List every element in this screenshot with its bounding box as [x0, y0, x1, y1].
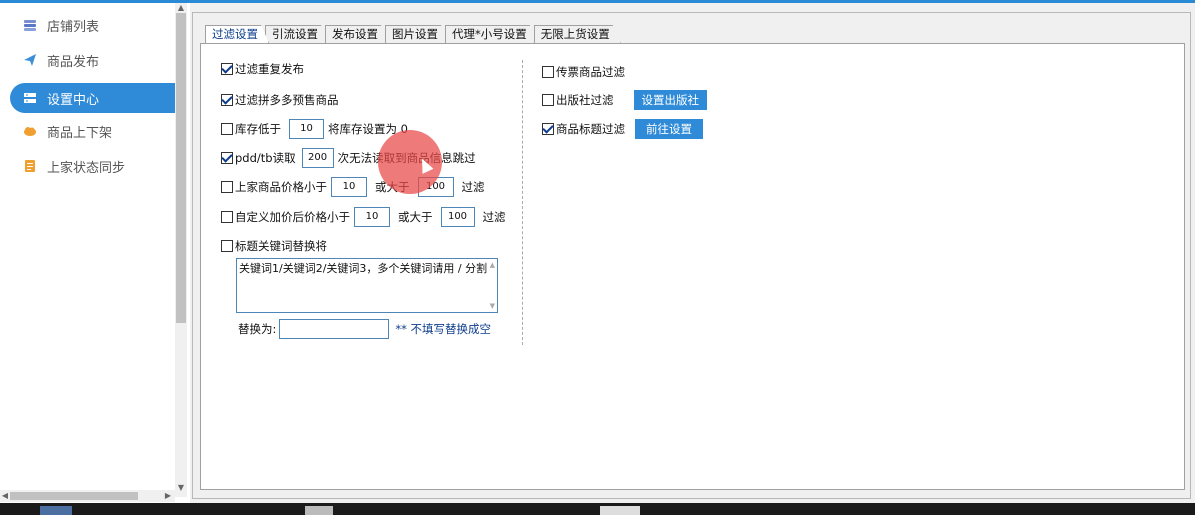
filter-repeat-row: 过滤重复发布	[221, 58, 304, 80]
tab-filter-settings[interactable]: 过滤设置	[205, 25, 269, 43]
sidebar-item-settings-center[interactable]: 设置中心	[10, 83, 175, 113]
price-filter-suffix: 过滤	[461, 180, 485, 194]
custom-price-min-input[interactable]: 10	[354, 207, 390, 227]
price-max-input[interactable]: 100	[417, 177, 454, 197]
sidebar: 店铺列表 商品发布 设置中心 商品上下架 上家状态同步	[0, 3, 190, 503]
scroll-right-icon[interactable]: ▶	[163, 490, 173, 502]
stock-row: 库存低于 10 将库存设置为 0	[221, 118, 408, 140]
sidebar-item-label: 设置中心	[47, 92, 100, 108]
stock-checkbox[interactable]	[221, 123, 233, 135]
custom-price-label: 自定义加价后价格小于	[235, 210, 350, 224]
replace-label: 替换为:	[238, 322, 277, 336]
ticket-filter-row: 传票商品过滤	[542, 61, 625, 83]
sidebar-item-upstream-sync[interactable]: 上家状态同步	[10, 151, 175, 181]
price-or-label: 或大于	[375, 180, 410, 194]
title-filter-row: 商品标题过滤 前往设置	[542, 118, 703, 140]
sidebar-horizontal-scrollbar[interactable]: ◀ ▶	[0, 490, 175, 502]
read-retry-row: pdd/tb读取 200 次无法读取到商品信息跳过	[221, 147, 476, 169]
publisher-filter-checkbox[interactable]	[542, 94, 554, 106]
taskbar-app-icon[interactable]	[40, 506, 72, 515]
sidebar-item-label: 店铺列表	[47, 19, 100, 35]
column-divider	[522, 60, 523, 345]
tab-image-settings[interactable]: 图片设置	[385, 25, 449, 43]
document-icon	[23, 159, 37, 173]
server-icon	[23, 91, 37, 105]
read-retry-label: pdd/tb读取	[235, 151, 296, 165]
scroll-down-icon[interactable]: ▼	[175, 483, 187, 493]
price-filter-label: 上家商品价格小于	[235, 180, 327, 194]
tab-unlimited-listing-settings[interactable]: 无限上货设置	[534, 25, 621, 43]
read-retry-suffix: 次无法读取到商品信息跳过	[337, 151, 476, 165]
title-filter-label: 商品标题过滤	[556, 122, 625, 136]
stack-icon	[23, 18, 37, 32]
stock-label: 库存低于	[235, 122, 281, 136]
price-filter-checkbox[interactable]	[221, 181, 233, 193]
sidebar-item-label: 商品上下架	[47, 125, 113, 141]
sidebar-item-product-listing[interactable]: 商品上下架	[10, 116, 175, 146]
scrollbar-thumb[interactable]	[176, 13, 186, 323]
scrollbar-thumb[interactable]	[10, 492, 138, 500]
paper-plane-icon	[23, 53, 37, 67]
tab-proxy-account-settings[interactable]: 代理*小号设置	[445, 25, 538, 43]
sidebar-item-store-list[interactable]: 店铺列表	[10, 10, 175, 40]
title-filter-checkbox[interactable]	[542, 123, 554, 135]
sidebar-item-label: 上家状态同步	[47, 160, 126, 176]
ticket-filter-label: 传票商品过滤	[556, 65, 625, 79]
publisher-filter-label: 出版社过滤	[556, 93, 614, 107]
sidebar-item-product-publish[interactable]: 商品发布	[10, 45, 175, 75]
read-retry-input[interactable]: 200	[301, 148, 334, 168]
title-keyword-label: 标题关键词替换将	[235, 239, 327, 253]
replace-row: 替换为: ** 不填写替换成空	[238, 318, 491, 340]
cloud-icon	[23, 124, 37, 138]
taskbar-app-icon[interactable]	[600, 506, 640, 515]
replace-hint: ** 不填写替换成空	[395, 322, 492, 336]
filter-presale-row: 过滤拼多多预售商品	[221, 89, 339, 111]
custom-price-checkbox[interactable]	[221, 211, 233, 223]
taskbar-app-icon[interactable]	[305, 506, 333, 515]
sidebar-vertical-scrollbar[interactable]: ▲ ▼	[175, 3, 187, 497]
stock-threshold-input[interactable]: 10	[289, 119, 324, 139]
keyword-textarea[interactable]: 关键词1/关键词2/关键词3，多个关键词请用 / 分割 ▲ ▼	[236, 258, 498, 313]
filter-presale-label: 过滤拼多多预售商品	[235, 93, 339, 107]
set-publisher-button[interactable]: 设置出版社	[633, 90, 707, 110]
textarea-scroll-down-icon[interactable]: ▼	[490, 302, 495, 310]
textarea-scroll-up-icon[interactable]: ▲	[490, 261, 495, 269]
keyword-textarea-text: 关键词1/关键词2/关键词3，多个关键词请用 / 分割	[239, 262, 488, 275]
tab-traffic-settings[interactable]: 引流设置	[265, 25, 329, 43]
tab-publish-settings[interactable]: 发布设置	[325, 25, 389, 43]
title-keyword-checkbox[interactable]	[221, 240, 233, 252]
scroll-left-icon[interactable]: ◀	[0, 490, 10, 502]
custom-price-suffix: 过滤	[482, 210, 506, 224]
custom-price-max-input[interactable]: 100	[440, 207, 475, 227]
filter-repeat-label: 过滤重复发布	[235, 62, 304, 76]
scroll-up-icon[interactable]: ▲	[175, 3, 187, 13]
stock-suffix: 将库存设置为 0	[328, 122, 408, 136]
sidebar-item-label: 商品发布	[47, 54, 100, 70]
ticket-filter-checkbox[interactable]	[542, 66, 554, 78]
publisher-filter-row: 出版社过滤 设置出版社	[542, 89, 707, 111]
go-to-settings-button[interactable]: 前往设置	[635, 119, 703, 139]
price-min-input[interactable]: 10	[331, 177, 367, 197]
price-filter-row: 上家商品价格小于 10 或大于 100 过滤	[221, 176, 485, 198]
title-keyword-row: 标题关键词替换将	[221, 235, 327, 257]
taskbar	[0, 503, 1195, 515]
filter-presale-checkbox[interactable]	[221, 94, 233, 106]
custom-price-or-label: 或大于	[398, 210, 433, 224]
replace-input[interactable]	[279, 319, 390, 339]
filter-repeat-checkbox[interactable]	[221, 63, 233, 75]
read-retry-checkbox[interactable]	[221, 152, 233, 164]
settings-tabs: 过滤设置 引流设置 发布设置 图片设置 代理*小号设置 无限上货设置	[205, 25, 617, 43]
custom-price-row: 自定义加价后价格小于 10 或大于 100 过滤	[221, 206, 506, 228]
